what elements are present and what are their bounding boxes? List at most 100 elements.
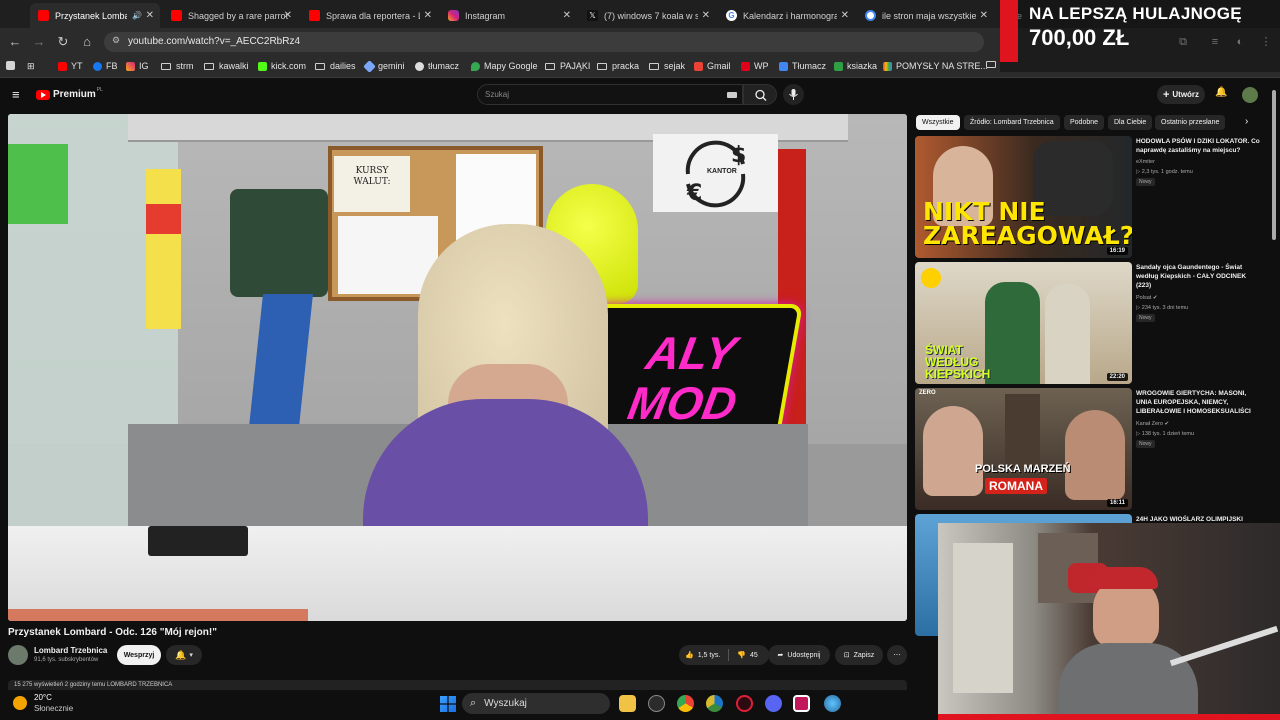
chrome-icon[interactable] <box>677 695 694 712</box>
tab-instagram[interactable]: Instagram ✕ <box>440 3 577 28</box>
page-scrollbar[interactable] <box>1272 90 1276 240</box>
video-player[interactable]: KURSY WALUT: $ € KANTOR ALY MOD <box>8 114 907 621</box>
save-button[interactable]: ⊡ Zapisz <box>835 645 883 665</box>
rec-title-2[interactable]: Sandały ojca Gaundentego - Świat według … <box>1136 263 1262 290</box>
rec-channel-3[interactable]: Kanał Zero ✔ <box>1136 420 1169 428</box>
grid-icon[interactable]: ⊞ <box>27 61 35 72</box>
chevron-down-icon: ▾ <box>189 652 193 659</box>
bookmark-gmail[interactable]: Gmail <box>694 61 731 71</box>
close-tab-icon[interactable]: ✕ <box>424 10 432 21</box>
tab-kalendarz[interactable]: G Kalendarz i harmonogram ✕ <box>718 3 855 28</box>
like-count[interactable]: 1,5 tys. <box>698 652 721 659</box>
bookmark-dailies[interactable]: dailies <box>315 61 356 71</box>
search-input[interactable]: Szukaj <box>477 84 743 105</box>
url-text[interactable]: youtube.com/watch?v=_AECC2RbRz4 <box>128 36 300 47</box>
notifications-bell-icon[interactable]: 🔔 <box>1215 87 1227 98</box>
taskbar-search[interactable]: ⌕ Wyszukaj <box>462 693 610 714</box>
bookmark-pracka[interactable]: pracka <box>597 61 639 71</box>
share-button[interactable]: ➦ Udostępnij <box>768 645 830 665</box>
bookmark-yt[interactable]: YT <box>58 61 83 71</box>
hamburger-menu-icon[interactable]: ≡ <box>12 87 20 102</box>
notification-bell-button[interactable]: 🔔 ▾ <box>166 645 202 665</box>
rec-channel-2[interactable]: Polsat ✔ <box>1136 294 1157 302</box>
voice-search-button[interactable] <box>783 84 804 105</box>
channel-name[interactable]: Lombard Trzebnica <box>34 646 107 655</box>
discord-icon[interactable] <box>765 695 782 712</box>
more-actions-button[interactable]: ⋯ <box>887 645 907 665</box>
thumb-caption-1: POLSKA MARZEŃ <box>975 463 1071 475</box>
chevron-right-icon[interactable]: › <box>1245 116 1248 127</box>
bookmark-ksiazka[interactable]: ksiazka <box>834 61 877 71</box>
dislike-count[interactable]: 45 <box>750 652 758 659</box>
close-tab-icon[interactable]: ✕ <box>980 10 988 21</box>
close-tab-icon[interactable]: ✕ <box>284 10 292 21</box>
bookmark-gemini[interactable]: gemini <box>363 59 405 73</box>
omnibox[interactable]: ⚙ youtube.com/watch?v=_AECC2RbRz4 <box>104 32 984 52</box>
rec-title-1[interactable]: HODOWLA PSÓW I DZIKI LOKATOR. Co naprawd… <box>1136 137 1262 155</box>
thumbs-down-icon[interactable]: 👎 <box>737 651 746 659</box>
bookmark-pajaki[interactable]: PAJĄKI <box>545 61 590 71</box>
reload-icon[interactable]: ↻ <box>55 34 71 50</box>
bookmark-kick[interactable]: kick.com <box>258 61 306 71</box>
tab-przystanek-lombard[interactable]: Przystanek Lombard 🔊 ✕ <box>30 3 160 28</box>
chip-source[interactable]: Źródło: Lombard Trzebnica <box>964 115 1060 130</box>
rec-channel-1[interactable]: eXmiter <box>1136 158 1155 166</box>
chip-similar[interactable]: Podobne <box>1064 115 1105 130</box>
close-tab-icon[interactable]: ✕ <box>146 10 154 21</box>
chrome-canary-icon[interactable] <box>706 695 723 712</box>
forward-arrow-icon[interactable]: → <box>31 34 47 50</box>
create-button[interactable]: + Utwórz <box>1157 85 1205 104</box>
close-tab-icon[interactable]: ✕ <box>841 10 849 21</box>
opera-gx-icon[interactable] <box>736 695 753 712</box>
thumbs-up-icon[interactable]: 👍 <box>685 651 694 659</box>
tab-label: Przystanek Lombard <box>55 10 127 21</box>
tab-windows7-koala[interactable]: 𝕏 (7) windows 7 koala w ser ✕ <box>579 3 716 28</box>
close-tab-icon[interactable]: ✕ <box>563 10 571 21</box>
tab-ile-stron[interactable]: ile stron maja wszystkie to ✕ <box>857 3 994 28</box>
bookmark-folder-more[interactable] <box>986 61 1001 68</box>
home-icon[interactable]: ⌂ <box>79 34 95 50</box>
bookmark-tlumacz[interactable]: tłumacz <box>415 61 459 71</box>
globe-app-icon[interactable] <box>824 695 841 712</box>
close-tab-icon[interactable]: ✕ <box>702 10 710 21</box>
bookmark-tlumacz-2[interactable]: Tłumacz <box>779 61 826 71</box>
bookmark-strm[interactable]: strm <box>161 61 194 71</box>
tab-shagged-parrot[interactable]: Shagged by a rare parrot ✕ <box>163 3 298 28</box>
counter <box>8 526 907 621</box>
bookmark-wp[interactable]: WP <box>741 61 769 71</box>
channel-avatar[interactable] <box>8 645 28 665</box>
bookmark-sejak[interactable]: sejak <box>649 61 685 71</box>
site-info-icon[interactable]: ⚙ <box>112 35 120 46</box>
promo-amount: 700,00 ZŁ <box>1029 25 1130 50</box>
bookmark-mapy[interactable]: Mapy Google <box>471 61 538 71</box>
app-pink-icon[interactable] <box>793 695 810 712</box>
rec-thumbnail-3[interactable]: ZERO POLSKA MARZEŃ ROMANA 16:11 <box>915 388 1132 510</box>
webcam-red-cap <box>1088 567 1158 589</box>
support-button[interactable]: Wesprzyj <box>117 645 161 665</box>
youtube-premium-logo[interactable]: Premium PL <box>36 87 103 100</box>
tab-sprawa-dla-reportera[interactable]: Sprawa dla reportera - Le ✕ <box>301 3 438 28</box>
rec-thumbnail-2[interactable]: ŚWIAT WEDŁUG KIEPSKICH 22:20 <box>915 262 1132 384</box>
bookmark-fb[interactable]: FB <box>93 61 118 71</box>
rec-thumbnail-1[interactable]: NIKT NIE ZAREAGOWAŁ?! 16:19 <box>915 136 1132 258</box>
bookmark-kawalki[interactable]: kawalki <box>204 61 249 71</box>
app-icon[interactable] <box>648 695 665 712</box>
keyboard-icon[interactable] <box>727 92 737 98</box>
thumb-caption-2: ROMANA <box>985 478 1047 494</box>
rec-title-3[interactable]: WROGOWIE GIERTYCHA: MASONI, UNIA EUROPEJ… <box>1136 389 1262 416</box>
windows-start-icon[interactable] <box>440 696 456 712</box>
description-box[interactable]: 15 275 wyświetleń 2 godziny temu LOMBARD… <box>8 680 907 690</box>
apps-icon[interactable] <box>6 61 19 70</box>
youtube-favicon-icon <box>309 10 320 21</box>
duration-badge: 22:20 <box>1106 373 1128 381</box>
thumb-channel-tag: ZERO <box>919 390 936 396</box>
chip-recent[interactable]: Ostatnio przesłane <box>1155 115 1226 130</box>
search-button[interactable] <box>743 84 777 105</box>
avatar[interactable] <box>1242 87 1258 103</box>
file-explorer-icon[interactable] <box>619 695 636 712</box>
chip-for-you[interactable]: Dla Ciebie <box>1108 115 1153 130</box>
bookmark-pomysly[interactable]: POMYSŁY NA STRE... <box>883 61 988 71</box>
bookmark-ig[interactable]: IG <box>126 61 149 71</box>
back-arrow-icon[interactable]: ← <box>7 34 23 50</box>
chip-all[interactable]: Wszystkie <box>916 115 960 130</box>
